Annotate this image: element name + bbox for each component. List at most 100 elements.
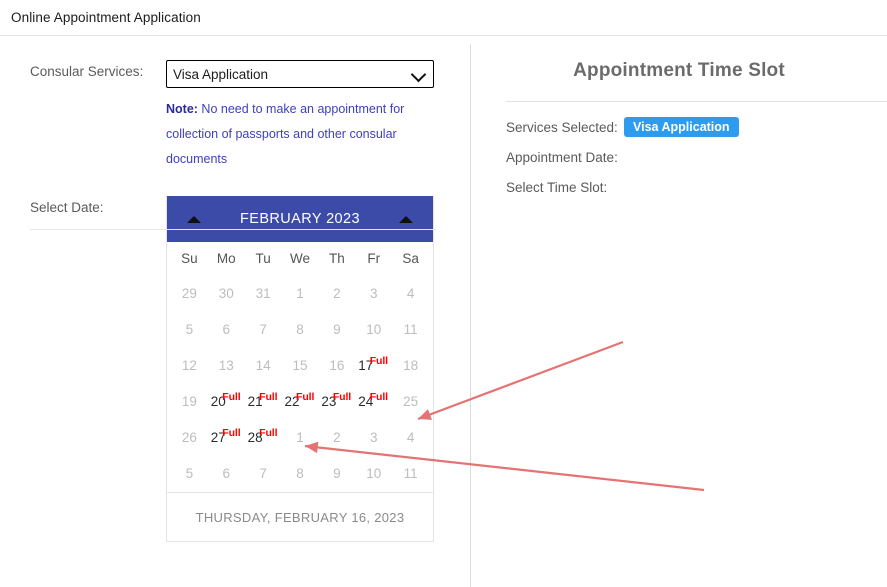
- calendar-week-row: 26 27 Full 28 Full 1 2 3 4: [171, 420, 429, 456]
- service-select-wrap: Visa Application: [166, 60, 434, 88]
- calendar-day-cell: 5: [171, 456, 208, 492]
- calendar-day-cell[interactable]: 21 Full: [245, 384, 282, 420]
- triangle-up-icon-next[interactable]: [399, 215, 413, 223]
- weekday-sa: Sa: [402, 251, 419, 266]
- calendar-day-cell: 13: [208, 348, 245, 384]
- calendar-day-cell: 11: [392, 456, 429, 492]
- calendar-full-badge: Full: [369, 355, 388, 367]
- calendar-day-number: 8: [296, 466, 304, 481]
- calendar-header: FEBRUARY 2023: [167, 196, 433, 242]
- calendar-day-cell: 3: [355, 276, 392, 312]
- calendar-day-number: 9: [333, 466, 341, 481]
- calendar-day-cell: 8: [282, 456, 319, 492]
- calendar-day-number: 3: [369, 430, 378, 445]
- calendar-day-cell: 31: [245, 276, 282, 312]
- left-column: Consular Services: Visa Application Note…: [0, 36, 470, 587]
- calendar-day-cell: 16: [318, 348, 355, 384]
- calendar-day-number: 16: [329, 358, 345, 373]
- calendar-day-number: 19: [181, 394, 197, 409]
- summary-label: Services Selected:: [506, 119, 618, 135]
- calendar-day-number: 12: [181, 358, 197, 373]
- summary-label: Select Time Slot:: [506, 179, 608, 195]
- calendar-day-cell: 1: [282, 420, 319, 456]
- calendar-day-cell[interactable]: 17 Full: [355, 348, 392, 384]
- left-divider: [30, 229, 436, 230]
- selected-service-pill: Visa Application: [624, 116, 739, 138]
- calendar-day-cell: 8: [282, 312, 319, 348]
- weekday-th: Th: [328, 251, 345, 266]
- calendar-weeks: 29 30 31 1 2 3 4 5 6 7 8 9 10 11 12 13 14 15 16 17 Full 18 19 2…: [171, 276, 429, 492]
- calendar-day-cell: 1: [282, 276, 319, 312]
- calendar-day-cell: 11: [392, 312, 429, 348]
- consular-services-control: Visa Application Note: No need to make a…: [166, 60, 434, 172]
- calendar-day-cell: 12: [171, 348, 208, 384]
- triangle-up-icon-prev[interactable]: [187, 215, 201, 223]
- summary-row: Select Time Slot:: [506, 172, 887, 202]
- appointment-panel-title: Appointment Time Slot: [573, 60, 785, 81]
- calendar-day-number: 30: [218, 286, 234, 301]
- calendar-day-cell: 30: [208, 276, 245, 312]
- calendar-day-cell[interactable]: 28 Full: [245, 420, 282, 456]
- calendar-day-number: 2: [333, 286, 341, 301]
- calendar-week-row: 12 13 14 15 16 17 Full 18: [171, 348, 429, 384]
- calendar-month-label[interactable]: FEBRUARY 2023: [201, 211, 399, 227]
- consular-services-label: Consular Services:: [30, 64, 144, 79]
- calendar-day-number: 4: [406, 430, 415, 445]
- calendar-full-badge: Full: [259, 391, 278, 403]
- calendar-full-badge: Full: [259, 427, 278, 439]
- calendar-day-number: 11: [403, 466, 418, 481]
- calendar-full-badge: Full: [332, 391, 352, 403]
- calendar-day-number: 18: [403, 358, 419, 373]
- calendar-day-number: 5: [185, 322, 194, 337]
- calendar-day-cell: 6: [208, 312, 245, 348]
- calendar-day-number: 8: [296, 322, 304, 337]
- weekday-mo: Mo: [216, 251, 236, 266]
- calendar-day-number: 7: [259, 466, 267, 481]
- calendar-week-row: 29 30 31 1 2 3 4: [171, 276, 429, 312]
- calendar-week-row: 5 6 7 8 9 10 11: [171, 312, 429, 348]
- right-divider: [506, 101, 887, 102]
- calendar-day-cell: 10: [355, 312, 392, 348]
- calendar-day-cell: 25: [392, 384, 429, 420]
- calendar-day-cell: 2: [318, 276, 355, 312]
- select-date-row: Select Date: FEBRUARY 2023 Su Mo Tu We T…: [0, 172, 470, 542]
- select-date-label: Select Date:: [30, 200, 104, 215]
- calendar-full-badge: Full: [369, 391, 388, 403]
- calendar-day-cell[interactable]: 27 Full: [208, 420, 245, 456]
- calendar-day-number: 10: [366, 466, 382, 481]
- calendar-day-number: 15: [292, 358, 308, 373]
- note-prefix: Note:: [166, 102, 198, 116]
- consular-services-select[interactable]: Visa Application: [166, 60, 434, 88]
- page-title: Online Appointment Application: [11, 10, 201, 25]
- date-picker-calendar[interactable]: FEBRUARY 2023 Su Mo Tu We Th Fr Sa 29 30 3…: [166, 196, 434, 542]
- calendar-footer: THURSDAY, FEBRUARY 16, 2023: [167, 492, 433, 541]
- calendar-day-cell[interactable]: 23 Full: [318, 384, 355, 420]
- calendar-week-row: 5 6 7 8 9 10 11: [171, 456, 429, 492]
- summary-label: Appointment Date:: [506, 149, 618, 165]
- calendar-day-number: 26: [181, 430, 197, 445]
- consular-services-row: Consular Services: Visa Application Note…: [0, 36, 470, 172]
- calendar-day-cell[interactable]: 24 Full: [355, 384, 392, 420]
- calendar-day-cell: 14: [245, 348, 282, 384]
- calendar-day-cell: 18: [392, 348, 429, 384]
- calendar-day-number: 2: [333, 430, 341, 445]
- weekday-tu: Tu: [255, 251, 271, 266]
- calendar-day-number: 29: [181, 286, 197, 301]
- page-body: Consular Services: Visa Application Note…: [0, 36, 887, 587]
- calendar-day-number: 14: [255, 358, 271, 373]
- calendar-day-number: 31: [255, 286, 271, 301]
- calendar-day-cell: 15: [282, 348, 319, 384]
- calendar-day-cell: 2: [318, 420, 355, 456]
- summary-row: Appointment Date:: [506, 142, 887, 172]
- calendar-day-cell: 5: [171, 312, 208, 348]
- weekday-we: We: [290, 251, 311, 266]
- calendar-day-number: 9: [333, 322, 341, 337]
- calendar-day-cell[interactable]: 22 Full: [282, 384, 319, 420]
- weekday-su: Su: [181, 251, 198, 266]
- calendar-day-cell: 10: [355, 456, 392, 492]
- calendar-day-number: 4: [406, 286, 415, 301]
- calendar-weekday-row: Su Mo Tu We Th Fr Sa: [171, 242, 429, 276]
- calendar-full-badge: Full: [296, 391, 315, 403]
- calendar-day-cell[interactable]: 20 Full: [208, 384, 245, 420]
- summary-row: Services Selected: Visa Application: [506, 112, 887, 142]
